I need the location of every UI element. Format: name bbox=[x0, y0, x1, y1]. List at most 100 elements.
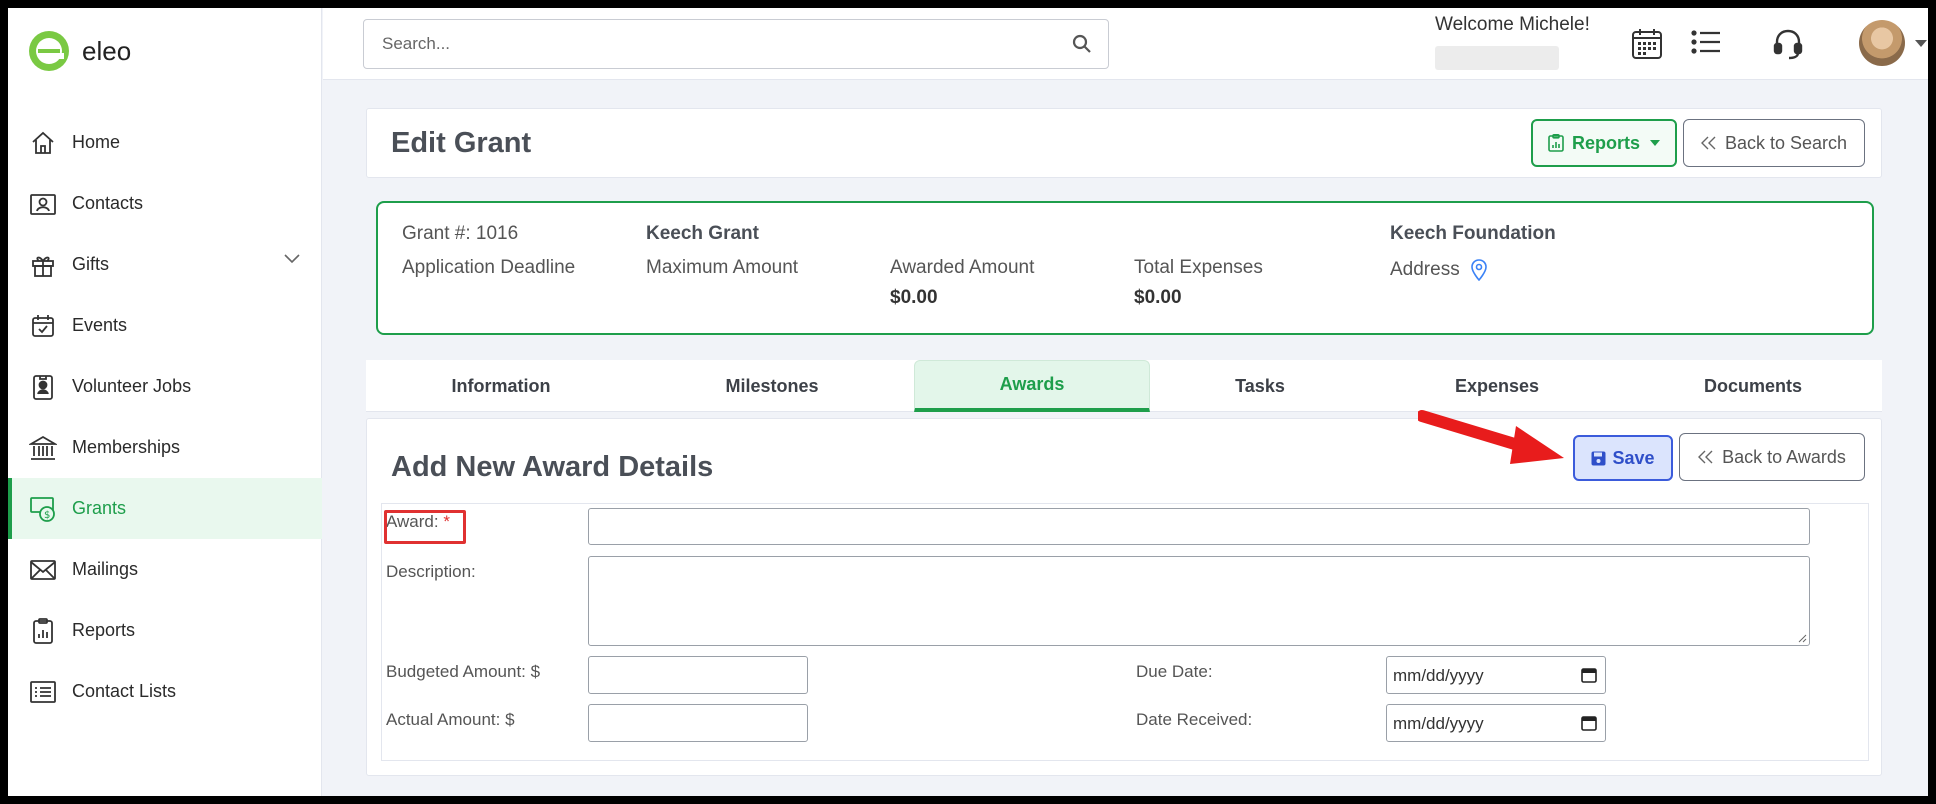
sidebar-item-events[interactable]: Events bbox=[8, 295, 322, 356]
back-to-search-button[interactable]: Back to Search bbox=[1683, 119, 1865, 167]
budgeted-amount-input[interactable] bbox=[588, 656, 808, 694]
page-title: Edit Grant bbox=[391, 127, 532, 159]
resize-handle-icon[interactable] bbox=[1797, 633, 1807, 643]
sidebar-item-gifts[interactable]: Gifts bbox=[8, 234, 322, 295]
chevron-down-icon[interactable] bbox=[284, 254, 300, 264]
calendar-icon[interactable] bbox=[1581, 667, 1597, 683]
calendar-check-icon bbox=[28, 311, 58, 341]
sidebar-item-label: Volunteer Jobs bbox=[72, 376, 192, 396]
save-label: Save bbox=[1612, 447, 1655, 468]
sidebar-item-volunteer-jobs[interactable]: Volunteer Jobs bbox=[8, 356, 322, 417]
eleo-logo-icon bbox=[29, 31, 69, 71]
sidebar-item-memberships[interactable]: Memberships bbox=[8, 417, 322, 478]
caret-down-icon bbox=[1650, 140, 1660, 146]
grant-money-icon: $ bbox=[28, 494, 58, 524]
sidebar-item-label: Events bbox=[72, 315, 128, 335]
sidebar-item-mailings[interactable]: Mailings bbox=[8, 539, 322, 600]
bank-icon bbox=[28, 433, 58, 463]
envelope-icon bbox=[28, 555, 58, 585]
total-expenses-value: $0.00 bbox=[1134, 287, 1182, 308]
calendar-grid-icon[interactable] bbox=[1631, 28, 1663, 60]
form-title: Add New Award Details bbox=[391, 451, 714, 483]
awarded-amount-value: $0.00 bbox=[890, 287, 938, 308]
reports-button[interactable]: Reports bbox=[1531, 119, 1677, 167]
sidebar-item-reports[interactable]: Reports bbox=[8, 600, 322, 661]
sidebar-item-contacts[interactable]: Contacts bbox=[8, 173, 322, 234]
calendar-icon[interactable] bbox=[1581, 715, 1597, 731]
search-input[interactable] bbox=[364, 20, 1044, 68]
app-name: eleo bbox=[82, 35, 132, 66]
list-icon bbox=[28, 677, 58, 707]
actual-amount-input[interactable] bbox=[588, 704, 808, 742]
tab-expenses[interactable]: Expenses bbox=[1370, 360, 1624, 412]
date-received-label: Date Received: bbox=[1136, 710, 1253, 729]
contact-card-icon bbox=[28, 189, 58, 219]
search-icon[interactable] bbox=[1072, 34, 1092, 54]
home-icon bbox=[28, 128, 58, 158]
due-date-input[interactable]: mm/dd/yyyy bbox=[1386, 656, 1606, 694]
sidebar-item-label: Contact Lists bbox=[72, 681, 177, 701]
sidebar-item-grants[interactable]: $ Grants bbox=[8, 478, 322, 539]
tab-awards[interactable]: Awards bbox=[914, 360, 1150, 412]
search-box bbox=[363, 19, 1109, 69]
gift-icon bbox=[28, 250, 58, 280]
top-bar: Welcome Michele! bbox=[323, 8, 1928, 80]
address-label: Address bbox=[1390, 259, 1460, 280]
back-label: Back to Search bbox=[1724, 132, 1848, 153]
sidebar-item-label: Home bbox=[72, 132, 121, 152]
svg-text:$: $ bbox=[44, 510, 50, 521]
grant-number: Grant #: 1016 bbox=[402, 223, 519, 244]
total-expenses-label: Total Expenses bbox=[1134, 257, 1263, 278]
welcome-text: Welcome Michele! bbox=[1435, 14, 1590, 35]
tab-documents[interactable]: Documents bbox=[1624, 360, 1882, 412]
budgeted-amount-label: Budgeted Amount: $ bbox=[386, 662, 541, 681]
reports-label: Reports bbox=[1571, 132, 1640, 153]
application-deadline-label: Application Deadline bbox=[402, 257, 576, 278]
awarded-amount-label: Awarded Amount bbox=[890, 257, 1035, 278]
due-date-label: Due Date: bbox=[1136, 662, 1213, 681]
sidebar-item-label: Reports bbox=[72, 620, 136, 640]
description-textarea[interactable] bbox=[588, 556, 1810, 646]
back-to-awards-button[interactable]: Back to Awards bbox=[1679, 433, 1865, 481]
caret-down-icon[interactable] bbox=[1915, 40, 1927, 48]
tab-milestones[interactable]: Milestones bbox=[636, 360, 908, 412]
badge-icon bbox=[28, 372, 58, 402]
date-received-input[interactable]: mm/dd/yyyy bbox=[1386, 704, 1606, 742]
annotation-highlight-box bbox=[384, 510, 466, 544]
sidebar-item-label: Contacts bbox=[72, 193, 144, 213]
address-link[interactable]: Address bbox=[1390, 259, 1488, 281]
sidebar-item-home[interactable]: Home bbox=[8, 112, 322, 173]
award-input[interactable] bbox=[588, 508, 1810, 545]
floppy-disk-icon bbox=[1591, 451, 1606, 465]
app-frame: eleo Home Contacts Gifts Events Voluntee… bbox=[8, 8, 1928, 796]
award-form-card: Add New Award Details Save Back to Award… bbox=[366, 418, 1882, 776]
clipboard-chart-icon bbox=[28, 616, 58, 646]
award-label: Award: * bbox=[384, 510, 466, 544]
grant-tabs: Information Milestones Awards Tasks Expe… bbox=[366, 360, 1882, 412]
tab-tasks[interactable]: Tasks bbox=[1150, 360, 1370, 412]
redacted-org-name bbox=[1435, 46, 1559, 70]
tab-information[interactable]: Information bbox=[366, 360, 636, 412]
foundation-name: Keech Foundation bbox=[1390, 223, 1556, 244]
clipboard-chart-icon bbox=[1548, 134, 1564, 152]
avatar[interactable] bbox=[1859, 20, 1905, 66]
headset-icon[interactable] bbox=[1773, 28, 1803, 60]
back-to-awards-label: Back to Awards bbox=[1722, 446, 1846, 467]
sidebar-item-contact-lists[interactable]: Contact Lists bbox=[8, 661, 322, 722]
award-form: Award: * Description: Budgeted Amount: $… bbox=[381, 503, 1869, 761]
annotation-arrow bbox=[1418, 410, 1564, 464]
task-list-icon[interactable] bbox=[1691, 30, 1721, 54]
description-label: Description: bbox=[386, 562, 476, 581]
save-button[interactable]: Save bbox=[1573, 435, 1673, 481]
due-date-placeholder: mm/dd/yyyy bbox=[1393, 666, 1484, 685]
grant-name: Keech Grant bbox=[646, 223, 759, 244]
logo[interactable]: eleo bbox=[28, 30, 131, 72]
sidebar-item-label: Gifts bbox=[72, 254, 110, 274]
maximum-amount-label: Maximum Amount bbox=[646, 257, 799, 278]
double-chevron-left-icon bbox=[1700, 136, 1716, 150]
sidebar-item-label: Mailings bbox=[72, 559, 139, 579]
sidebar-item-label: Grants bbox=[72, 498, 127, 518]
actual-amount-label: Actual Amount: $ bbox=[386, 710, 515, 729]
map-pin-icon bbox=[1470, 259, 1487, 281]
sidebar-item-label: Memberships bbox=[72, 437, 181, 457]
